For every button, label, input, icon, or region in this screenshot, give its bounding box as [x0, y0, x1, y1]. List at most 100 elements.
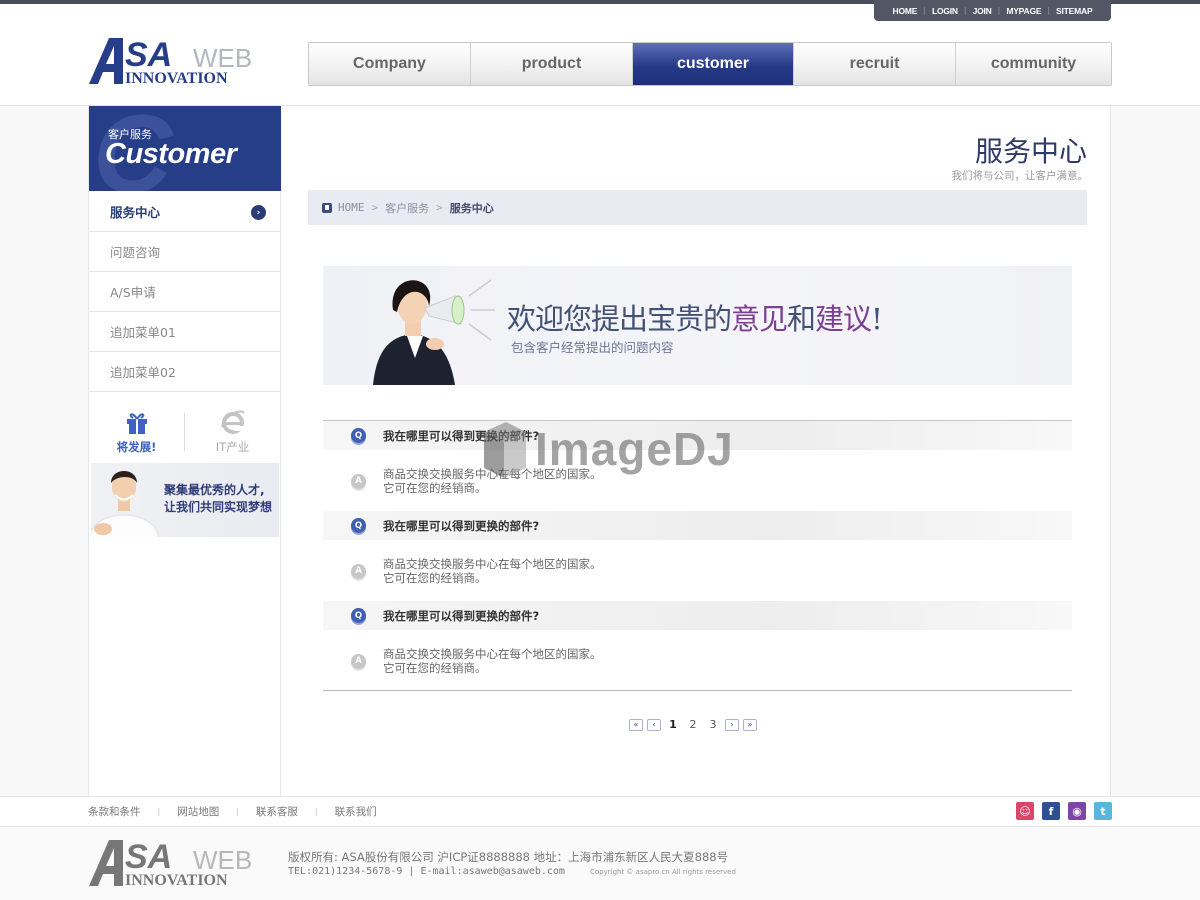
ie-icon [220, 410, 245, 434]
footer-logo: SA WEB INNOVATION [89, 838, 252, 889]
watermark-text: ImageDJ [535, 423, 734, 475]
watermark: ImageDJ [480, 418, 733, 480]
banner-headline-end: ! [871, 302, 883, 336]
social-links: ☺ f ◉ t [1016, 802, 1112, 820]
page-number[interactable]: 3 [705, 718, 721, 731]
faq-question-text: 我在哪里可以得到更换的部件? [383, 608, 540, 623]
footer-rights: Copyright © asapro.cn All rights reserve… [590, 868, 736, 876]
recruit-banner-line2: 让我们共同实现梦想 [164, 500, 273, 514]
util-login-link[interactable]: LOGIN [926, 6, 964, 16]
banner-headline-accent1: 意见 [731, 302, 788, 336]
util-mypage-link[interactable]: MYPAGE [1000, 6, 1047, 16]
facebook-icon[interactable]: f [1042, 802, 1060, 820]
breadcrumb-section[interactable]: 客户服务 [385, 200, 429, 216]
faq-answer-line2: 它可在您的经销商。 [383, 480, 487, 495]
sidebar-item-extra-01[interactable]: 追加菜单01 [89, 312, 281, 352]
sidebar-header: C 客户服务 Customer [89, 106, 281, 191]
smile-icon[interactable]: ☺ [1016, 802, 1034, 820]
footer-logo-innovation: INNOVATION [125, 872, 228, 889]
faq-question-text: 我在哪里可以得到更换的部件? [383, 518, 540, 533]
footer-logo-web: WEB [193, 845, 252, 875]
first-page-button[interactable]: « [629, 718, 643, 731]
footer-link-support[interactable]: 联系客服 [256, 804, 298, 819]
sidebar-item-inquiry[interactable]: 问题咨询 [89, 232, 281, 272]
banner-headline: 欢迎您提出宝贵的意见和建议! [507, 296, 883, 338]
answer-icon: A [351, 474, 366, 489]
brand-logo-web: WEB [193, 43, 252, 73]
chevron-right-icon: > [436, 201, 443, 214]
pagination: « ‹ 1 2 3 › » [629, 718, 757, 731]
faq-answer: A 商品交换交换服务中心在每个地区的国家。 它可在您的经销商。 [323, 540, 1072, 601]
recruit-banner[interactable]: 聚集最优秀的人才, 让我们共同实现梦想 [91, 463, 279, 537]
sidebar-item-label: 追加菜单01 [110, 325, 176, 340]
nav-tab-company[interactable]: Company [309, 43, 471, 85]
sidebar-title: Customer [105, 138, 237, 170]
footer-contact: TEL:021)1234-5678-9 | E-mail:asaweb@asaw… [288, 866, 565, 877]
sidebar-quick-icons: 将发展! IT产业 [89, 395, 281, 461]
quick-link-development[interactable]: 将发展! [89, 395, 184, 461]
prev-page-button[interactable]: ‹ [647, 718, 661, 731]
faq-answer-line1: 商品交换交换服务中心在每个地区的国家。 [383, 647, 602, 661]
banner-headline-part1: 欢迎您提出宝贵的 [507, 302, 732, 336]
twitter-icon[interactable]: t [1094, 802, 1112, 820]
sidebar-item-label: 问题咨询 [110, 245, 161, 260]
footer-copyright: 版权所有: ASA股份有限公司 沪ICP证8888888 地址：上海市浦东新区人… [288, 850, 729, 864]
utility-links: HOME | LOGIN | JOIN | MYPAGE | SITEMAP [874, 0, 1111, 21]
faq-bottom-border [323, 690, 1072, 691]
next-page-button[interactable]: › [725, 718, 739, 731]
banner-subtitle: 包含客户经常提出的问题内容 [511, 340, 674, 355]
footer-link-terms[interactable]: 条款和条件 [88, 804, 141, 819]
quick-link-it-industry[interactable]: IT产业 [185, 395, 280, 461]
util-join-link[interactable]: JOIN [967, 6, 998, 16]
last-page-button[interactable]: » [743, 718, 757, 731]
feedback-banner: 欢迎您提出宝贵的意见和建议! 包含客户经常提出的问题内容 [323, 266, 1072, 385]
quick-link-label: IT产业 [215, 440, 250, 454]
question-icon: Q [351, 608, 366, 623]
sidebar-item-as-request[interactable]: A/S申请 [89, 272, 281, 312]
util-sitemap-link[interactable]: SITEMAP [1050, 6, 1098, 16]
right-gutter [1111, 106, 1200, 796]
answer-icon: A [351, 654, 366, 669]
sidebar-menu: 服务中心 › 问题咨询 A/S申请 追加菜单01 追加菜单02 [89, 192, 281, 392]
nav-tab-customer[interactable]: customer [633, 43, 794, 85]
breadcrumb: HOME > 客户服务 > 服务中心 [308, 190, 1087, 225]
brand-logo[interactable]: SA WEB INNOVATION [89, 36, 267, 88]
chevron-right-icon: › [251, 205, 266, 220]
faq-answer-line1: 商品交换交换服务中心在每个地区的国家。 [383, 557, 602, 571]
page-number[interactable]: 2 [685, 718, 701, 731]
sidebar-item-label: 追加菜单02 [110, 365, 176, 380]
sidebar-item-label: A/S申请 [110, 285, 156, 300]
faq-answer-line2: 它可在您的经销商。 [383, 570, 487, 585]
chat-icon[interactable]: ◉ [1068, 802, 1086, 820]
banner-headline-part2: 和 [787, 302, 816, 336]
faq-answer: A 商品交换交换服务中心在每个地区的国家。 它可在您的经销商。 [323, 630, 1072, 691]
util-home-link[interactable]: HOME [887, 6, 924, 16]
breadcrumb-current: 服务中心 [449, 201, 494, 215]
page-title: 服务中心 [974, 135, 1087, 168]
page-subtitle: 我们将与公司，让客户满意。 [951, 170, 1089, 182]
sidebar-item-label: 服务中心 [110, 205, 161, 220]
faq-question[interactable]: Q 我在哪里可以得到更换的部件? [323, 601, 1072, 630]
nav-tab-product[interactable]: product [471, 43, 633, 85]
sidebar: C 客户服务 Customer 服务中心 › 问题咨询 A/S申请 追加菜单01… [88, 106, 281, 796]
nav-tab-community[interactable]: community [956, 43, 1111, 85]
breadcrumb-home[interactable]: HOME [338, 201, 365, 214]
faq-answer-line2: 它可在您的经销商。 [383, 660, 487, 675]
recruit-banner-line1: 聚集最优秀的人才, [164, 483, 265, 497]
quick-link-label: 将发展! [116, 440, 157, 454]
page-number[interactable]: 1 [665, 718, 681, 731]
question-icon: Q [351, 518, 366, 533]
nav-tab-recruit[interactable]: recruit [794, 43, 956, 85]
brand-logo-sa: SA [125, 36, 172, 74]
sidebar-item-service-center[interactable]: 服务中心 › [89, 192, 281, 232]
sidebar-item-extra-02[interactable]: 追加菜单02 [89, 352, 281, 392]
faq-question[interactable]: Q 我在哪里可以得到更换的部件? [323, 511, 1072, 540]
chevron-right-icon: > [371, 201, 379, 214]
gift-icon [126, 413, 147, 434]
home-icon [322, 202, 332, 213]
footer-links: 条款和条件 | 网站地图 | 联系客服 | 联系我们 [88, 804, 377, 819]
left-gutter [0, 106, 88, 796]
footer-link-sitemap[interactable]: 网站地图 [177, 804, 219, 819]
footer-link-contact[interactable]: 联系我们 [335, 804, 377, 819]
question-icon: Q [351, 428, 366, 443]
